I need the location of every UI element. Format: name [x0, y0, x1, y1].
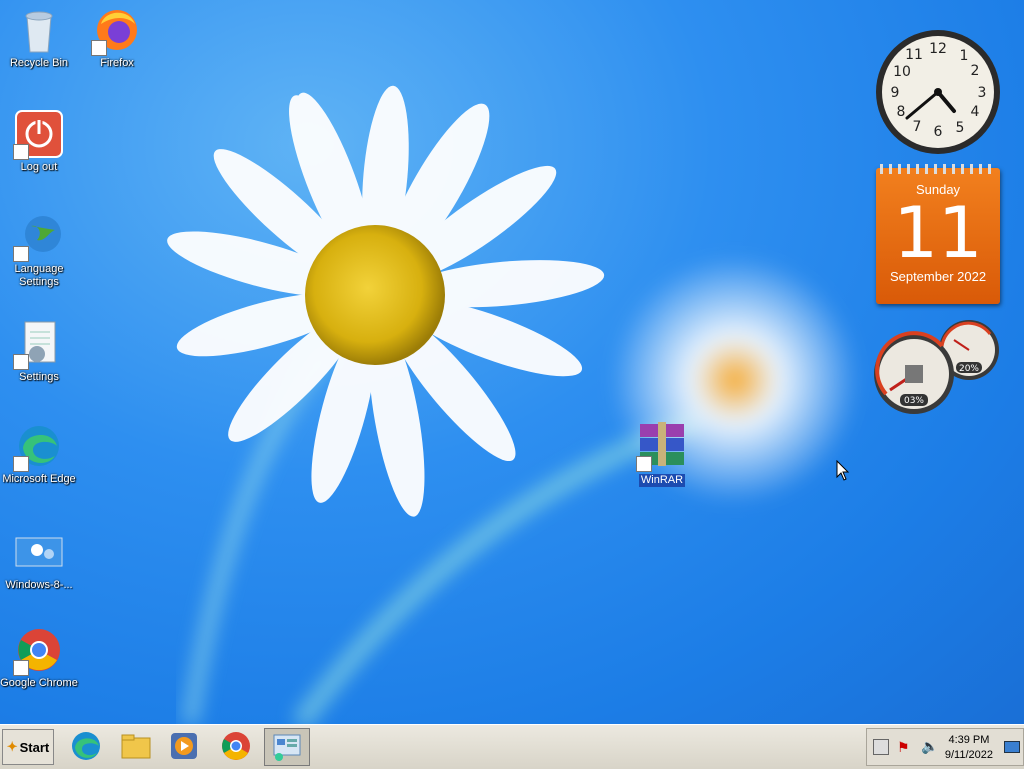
action-center-flag-icon[interactable]: ⚑ [897, 739, 910, 756]
clock-gadget[interactable]: 12 1 2 3 4567 8 9 10 11 [874, 28, 1002, 156]
calendar-month-year: September 2022 [889, 269, 987, 284]
desktop-icon-label: Windows-8-... [5, 579, 73, 591]
winrar-icon [636, 422, 686, 472]
shortcut-arrow-icon [13, 354, 29, 370]
shortcut-arrow-icon [13, 144, 29, 160]
taskbar-google-chrome[interactable] [214, 728, 258, 764]
desktop-icon-log-out[interactable]: Log out [0, 110, 78, 174]
folder-icon [121, 734, 151, 759]
shortcut-arrow-icon [13, 456, 29, 472]
taskbar-file-explorer[interactable] [114, 728, 158, 764]
shortcut-arrow-icon [13, 246, 29, 262]
svg-text:6: 6 [934, 124, 943, 140]
show-desktop-icon[interactable] [1004, 741, 1020, 753]
globe-icon [13, 212, 63, 262]
tray-time: 4:39 PM [948, 734, 990, 746]
desktop-icon-label: Recycle Bin [9, 57, 69, 69]
svg-text:10: 10 [893, 64, 911, 80]
power-icon [13, 110, 63, 160]
svg-text:7: 7 [913, 119, 922, 135]
desktop-icon-recycle-bin[interactable]: Recycle Bin [0, 6, 78, 70]
taskbar-microsoft-edge[interactable] [64, 728, 108, 764]
desktop-icon-firefox[interactable]: Firefox [78, 6, 156, 70]
desktop-icon-settings[interactable]: Settings [0, 320, 78, 384]
wallpaper [167, 85, 860, 724]
svg-text:12: 12 [929, 41, 947, 57]
google-chrome-icon [222, 732, 250, 760]
memory-usage-label: 20% [959, 364, 979, 374]
desktop-icon-label: Log out [20, 161, 58, 173]
desktop-icon-label: Google Chrome [0, 677, 78, 689]
desktop-icon-label: Language Settings [14, 263, 64, 288]
start-button[interactable]: ✦ Start [2, 729, 54, 765]
desktop-icon-label: WinRAR [638, 474, 686, 487]
network-icon[interactable] [873, 739, 889, 755]
svg-text:11: 11 [905, 47, 923, 63]
svg-text:3: 3 [978, 85, 987, 101]
shortcut-arrow-icon [636, 456, 652, 472]
desktop-icon-winrar[interactable]: WinRAR [623, 422, 701, 488]
svg-text:2: 2 [971, 63, 980, 79]
desktop-icon-label: Settings [19, 371, 59, 383]
svg-text:1: 1 [960, 48, 969, 64]
microsoft-edge-icon [13, 422, 63, 472]
desktop-icon-language-settings[interactable]: Language Settings [0, 212, 78, 289]
svg-text:8: 8 [897, 104, 906, 120]
shortcut-arrow-icon [91, 40, 107, 56]
calendar-rings [880, 164, 996, 174]
svg-text:4: 4 [971, 104, 980, 120]
mouse-cursor-icon [836, 460, 850, 481]
taskbar-control-panel[interactable] [264, 728, 310, 766]
system-tray: ⚑ 🔈 4:39 PM 9/11/2022 [866, 728, 1024, 766]
desktop-icon-windows-8-image[interactable]: Windows-8-... [0, 528, 78, 592]
shortcut-arrow-icon [13, 660, 29, 676]
tray-date: 9/11/2022 [944, 749, 993, 761]
calendar-day-number: 11 [893, 192, 983, 274]
control-panel-icon [273, 734, 301, 761]
desktop-icon-label: Firefox [100, 57, 134, 69]
start-button-label: Start [19, 739, 50, 755]
desktop-icon-microsoft-edge[interactable]: Microsoft Edge [0, 422, 78, 486]
windows-logo-icon: ✦ [6, 739, 18, 754]
recycle-bin-icon [15, 6, 63, 54]
taskbar: ✦ Start ⚑ 🔈 4:39 PM 9/11/2022 [0, 724, 1024, 769]
microsoft-edge-icon [72, 732, 100, 760]
cpu-usage-label: 03% [904, 396, 924, 406]
desktop-icon-google-chrome[interactable]: Google Chrome [0, 626, 78, 690]
volume-icon[interactable]: 🔈 [921, 738, 938, 755]
svg-text:5: 5 [956, 120, 965, 136]
taskbar-media-player[interactable] [162, 728, 206, 764]
media-player-icon [171, 733, 197, 759]
desktop[interactable]: Recycle Bin Firefox Log out Language Set… [0, 0, 1024, 724]
calendar-gadget[interactable]: Sunday 11 September 2022 [876, 164, 1000, 304]
image-file-icon [15, 528, 63, 576]
settings-document-icon [13, 320, 63, 370]
svg-text:9: 9 [891, 85, 900, 101]
firefox-icon [91, 6, 141, 56]
tray-clock[interactable]: 4:39 PM 9/11/2022 [945, 733, 993, 763]
desktop-icon-label: Microsoft Edge [2, 473, 76, 485]
cpu-meter-gadget[interactable]: 03% 20% [872, 318, 1002, 418]
google-chrome-icon [13, 626, 63, 676]
